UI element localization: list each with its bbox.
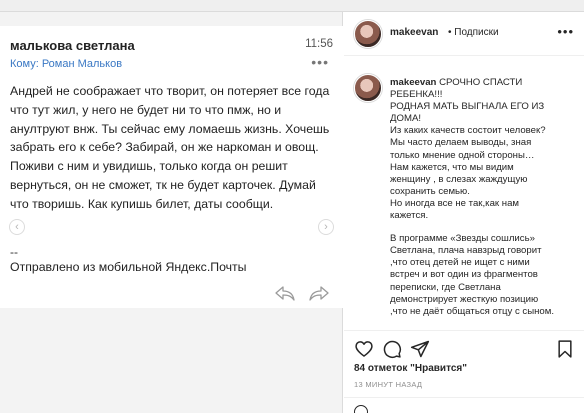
caption-line: только мнение одной стороны… xyxy=(390,149,535,161)
caption-line: СРОЧНО СПАСТИ xyxy=(439,77,523,88)
caption-line: Из каких качеств состоит человек? xyxy=(390,125,546,137)
prev-slide-button[interactable]: ‹ xyxy=(9,219,25,235)
email-signature-dash: -- xyxy=(10,245,18,259)
caption-area: makeevan СРОЧНО СПАСТИ РЕБЕНКА!!! РОДНАЯ… xyxy=(344,70,584,330)
caption-line: кажется. xyxy=(390,210,429,222)
caption-line: Но иногда все не так,как нам xyxy=(390,197,519,209)
caption-username[interactable]: makeevan xyxy=(390,77,436,88)
divider xyxy=(344,330,584,331)
forward-icon xyxy=(309,286,329,301)
caption-line: Светлана, плача навзрыд говорит xyxy=(390,245,542,257)
author-avatar[interactable] xyxy=(354,20,382,48)
email-time: 11:56 xyxy=(305,38,333,50)
caption-line: женщину , в слезах жаждущую xyxy=(390,173,528,185)
email-more-icon: ••• xyxy=(311,54,329,70)
likes-count[interactable]: 84 отметок "Нравится" xyxy=(354,363,467,374)
email-screenshot: малькова светлана 11:56 Кому: Роман Маль… xyxy=(0,26,343,308)
post-sidebar: makeevan • Подписки ••• makeevan СРОЧНО … xyxy=(344,12,584,413)
more-options-icon[interactable]: ••• xyxy=(557,24,574,39)
post-image: малькова светлана 11:56 Кому: Роман Маль… xyxy=(0,12,343,413)
caption-gap xyxy=(390,222,580,233)
caption-line: ,что не даёт общаться отцу с сыном. xyxy=(390,305,555,317)
caption-line: Мы часто делаем выводы, зная xyxy=(390,137,532,149)
email-recipient: Кому: Роман Мальков xyxy=(10,58,123,70)
top-strip xyxy=(0,0,584,12)
follow-status[interactable]: • Подписки xyxy=(448,27,499,38)
caption-line: встреч и вот один из фрагментов xyxy=(390,269,538,281)
caption-line: В программе «Звезды сошлись» xyxy=(390,233,535,245)
caption-line: ,что отец детей не ищет с ними xyxy=(390,257,530,269)
reply-icon xyxy=(275,286,295,301)
caption-line: переписки, где Светлана xyxy=(390,281,501,293)
email-body: Андрей не соображает что творит, он поте… xyxy=(10,84,330,211)
next-slide-button[interactable]: › xyxy=(318,219,334,235)
share-icon[interactable] xyxy=(410,339,430,359)
caption-line: сохранить семью. xyxy=(390,185,470,197)
email-sender: малькова светлана xyxy=(10,38,135,53)
caption-text: makeevan СРОЧНО СПАСТИ РЕБЕНКА!!! РОДНАЯ… xyxy=(390,77,580,318)
post-header: makeevan • Подписки ••• xyxy=(344,12,584,56)
emoji-icon[interactable] xyxy=(354,405,368,413)
caption-line: демонстрирует жесткую позицию xyxy=(390,293,539,305)
bookmark-icon[interactable] xyxy=(555,339,575,359)
caption-line: РЕБЕНКА!!! xyxy=(390,89,443,101)
caption-line: Нам кажется, что мы видим xyxy=(390,161,514,173)
caption-line: РОДНАЯ МАТЬ ВЫГНАЛА ЕГО ИЗ xyxy=(390,101,545,113)
heart-icon[interactable] xyxy=(354,339,374,359)
divider xyxy=(344,397,584,398)
email-signature: Отправлено из мобильной Яндекс.Почты xyxy=(10,260,247,274)
comment-icon[interactable] xyxy=(382,339,402,359)
author-username[interactable]: makeevan xyxy=(390,27,438,38)
post-timestamp[interactable]: 13 МИНУТ НАЗАД xyxy=(354,380,422,389)
caption-avatar[interactable] xyxy=(354,74,382,102)
caption-line: ДОМА! xyxy=(390,113,422,125)
